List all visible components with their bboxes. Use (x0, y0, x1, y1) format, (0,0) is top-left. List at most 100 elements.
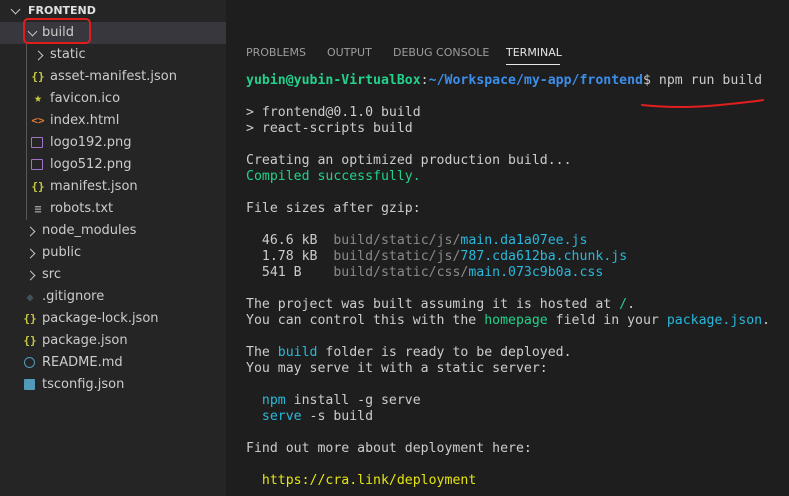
file-size: 1.78 kB (261, 249, 318, 264)
command-args: install -g serve (285, 393, 421, 408)
tree-item-index-html[interactable]: <> index.html (0, 110, 226, 132)
terminal-command-line: npm install -g serve (246, 393, 789, 409)
tab-terminal[interactable]: TERMINAL (506, 46, 562, 59)
package-json-ref: package.json (666, 313, 763, 328)
file-size: 46.6 kB (261, 233, 318, 248)
json-icon: {} (31, 70, 45, 83)
tree-item-src[interactable]: src (0, 264, 226, 286)
tree-item-node-modules[interactable]: node_modules (0, 220, 226, 242)
tree-item-label: favicon.ico (50, 91, 121, 106)
text: . (627, 297, 636, 312)
chevron-right-icon (25, 248, 36, 259)
tree-item-label: robots.txt (50, 201, 114, 216)
info-icon (24, 357, 35, 368)
prompt-command: $ npm run build (643, 73, 763, 88)
image-icon (31, 137, 43, 148)
text-file-icon: ≡ (34, 202, 42, 216)
file-size-row: 1.78 kB build/static/js/787.cda612ba.chu… (246, 249, 789, 265)
terminal-line: You can control this with the homepage f… (246, 313, 789, 329)
red-underline-annotation (641, 99, 764, 108)
text: . (762, 313, 771, 328)
tree-item-package-json[interactable]: {} package.json (0, 330, 226, 352)
file-name: main.073c9b0a.css (468, 265, 604, 280)
tab-output[interactable]: OUTPUT (327, 46, 372, 59)
file-dir: build/static/js/ (333, 249, 461, 264)
text: The (246, 345, 278, 360)
tab-debug-console[interactable]: DEBUG CONSOLE (393, 46, 489, 59)
tree-item-label: README.md (42, 355, 123, 370)
tree-item-tsconfig[interactable]: tsconfig.json (0, 374, 226, 396)
file-name: main.da1a07ee.js (460, 233, 588, 248)
tree-item-logo512[interactable]: logo512.png (0, 154, 226, 176)
terminal-success-line: Compiled successfully. (246, 169, 421, 184)
hosted-path: / (619, 297, 628, 312)
text: The project was built assuming it is hos… (246, 297, 620, 312)
json-icon: {} (23, 334, 37, 347)
json-icon: {} (23, 312, 37, 325)
tree-item-label: index.html (50, 113, 120, 128)
tree-item-package-lock[interactable]: {} package-lock.json (0, 308, 226, 330)
tree-item-label: logo512.png (50, 157, 132, 172)
prompt-colon: : (420, 73, 429, 88)
file-size-row: 541 B build/static/css/main.073c9b0a.css (246, 265, 789, 281)
file-size-row: 46.6 kB build/static/js/main.da1a07ee.js (246, 233, 789, 249)
deployment-link-line: https://cra.link/deployment (246, 473, 789, 489)
json-icon: {} (31, 180, 45, 193)
file-dir: build/static/css/ (333, 265, 469, 280)
tree-item-label: node_modules (42, 223, 137, 238)
file-size: 541 B (261, 265, 318, 280)
tree-item-gitignore[interactable]: ◆ .gitignore (0, 286, 226, 308)
tree-item-asset-manifest[interactable]: {} asset-manifest.json (0, 66, 226, 88)
terminal-line: The project was built assuming it is hos… (246, 297, 789, 313)
tree-item-label: logo192.png (50, 135, 132, 150)
terminal-prompt-line: yubin@yubin-VirtualBox:~/Workspace/my-ap… (246, 73, 789, 89)
tree-item-logo192[interactable]: logo192.png (0, 132, 226, 154)
chevron-right-icon (33, 50, 44, 61)
typescript-icon (24, 379, 35, 390)
terminal-line: File sizes after gzip: (246, 201, 421, 216)
tab-problems[interactable]: PROBLEMS (246, 46, 306, 59)
text: field in your (547, 313, 667, 328)
chevron-down-icon (10, 4, 21, 15)
tree-item-manifest[interactable]: {} manifest.json (0, 176, 226, 198)
active-tab-indicator (506, 64, 560, 65)
terminal-line: The build folder is ready to be deployed… (246, 345, 789, 361)
tree-item-label: src (42, 267, 61, 282)
prompt-user: yubin@yubin-VirtualBox (246, 73, 421, 88)
text: folder is ready to be deployed. (317, 345, 572, 360)
explorer-sidebar: FRONTEND build static {} asset-manifest.… (0, 0, 226, 496)
terminal-output[interactable]: yubin@yubin-VirtualBox:~/Workspace/my-ap… (246, 73, 789, 489)
tree-item-label: asset-manifest.json (50, 69, 177, 84)
red-highlight-box (23, 18, 91, 44)
tree-item-label: package-lock.json (42, 311, 159, 326)
tree-item-favicon[interactable]: ★ favicon.ico (0, 88, 226, 110)
image-icon (31, 159, 43, 170)
tree-item-label: package.json (42, 333, 128, 348)
bottom-panel: PROBLEMS OUTPUT DEBUG CONSOLE TERMINAL y… (226, 0, 789, 496)
tree-item-label: manifest.json (50, 179, 138, 194)
tree-item-label: static (50, 47, 86, 62)
chevron-right-icon (25, 226, 36, 237)
star-icon: ★ (34, 91, 42, 106)
terminal-command-line: serve -s build (246, 409, 789, 425)
text: You can control this with the (246, 313, 485, 328)
deployment-link[interactable]: https://cra.link/deployment (262, 473, 476, 488)
tree-item-readme[interactable]: README.md (0, 352, 226, 374)
tree-item-label: .gitignore (42, 289, 105, 304)
terminal-line: You may serve it with a static server: (246, 361, 548, 376)
tree-item-label: public (42, 245, 82, 260)
tree-item-robots[interactable]: ≡ robots.txt (0, 198, 226, 220)
file-dir: build/static/js/ (333, 233, 461, 248)
tree-item-public[interactable]: public (0, 242, 226, 264)
tree-item-static[interactable]: static (0, 44, 226, 66)
chevron-right-icon (25, 270, 36, 281)
terminal-line: > react-scripts build (246, 121, 413, 136)
git-icon: ◆ (26, 290, 34, 304)
terminal-line: Find out more about deployment here: (246, 441, 532, 456)
terminal-line: Creating an optimized production build..… (246, 153, 572, 168)
command-name: npm (261, 393, 286, 408)
prompt-path: ~/Workspace/my-app/frontend (428, 73, 643, 88)
command-args: -s build (301, 409, 374, 424)
homepage-field: homepage (484, 313, 548, 328)
html-icon: <> (31, 114, 45, 127)
